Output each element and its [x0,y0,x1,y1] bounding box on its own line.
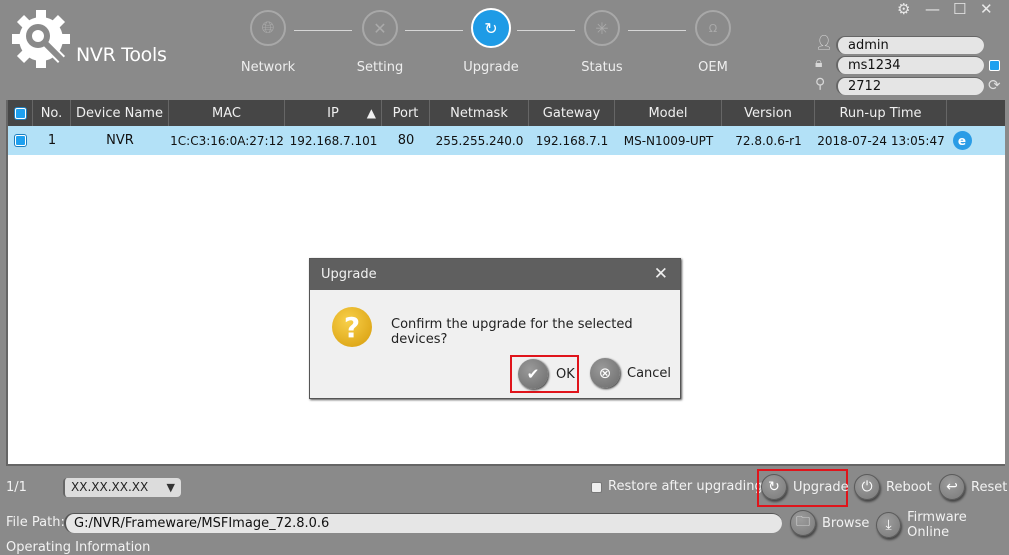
reset-button[interactable]: ↩ Reset [939,474,1007,500]
upgrade-icon: ↻ [471,8,511,48]
ok-label: OK [556,366,575,382]
open-browser-button[interactable]: e [947,126,977,155]
col-ip-label: IP [327,105,339,121]
col-port[interactable]: Port [382,100,430,126]
col-mac[interactable]: MAC [169,100,285,126]
cell-runup-time: 2018-07-24 13:05:47 [817,133,945,148]
table-header: No. Device Name MAC IP ▲ Port Netmask Ga… [8,100,1005,126]
power-icon: ⏻ [854,474,880,500]
row-checkbox[interactable] [8,126,33,155]
reset-label: Reset [971,479,1008,495]
upgrade-icon: ↻ [761,474,787,500]
cancel-label: Cancel [627,365,672,381]
cancel-x-icon: ⊗ [590,358,620,388]
password-input[interactable]: ms1234 [836,56,984,74]
cell-model: MS-N1009-UPT [623,133,714,148]
dialog-message: Confirm the upgrade for the selected dev… [391,317,633,347]
globe-icon: 🌐︎ [250,10,286,46]
username-input[interactable]: admin [836,36,984,54]
nav-step-oem[interactable]: Ω OEM [673,10,753,75]
tools-icon: ✕ [362,10,398,46]
app-title: NVR Tools [76,44,167,66]
col-model[interactable]: Model [615,100,722,126]
chevron-down-icon: ▼ [166,481,175,494]
nav-step-upgrade[interactable]: ↻ Upgrade [451,8,531,75]
minimize-button[interactable]: — [925,0,940,18]
cell-version: 72.8.0.6-r1 [735,133,802,148]
maximize-button[interactable]: ☐ [953,0,966,18]
file-path-input[interactable]: G:/NVR/Frameware/MSFImage_72.8.0.6 [64,513,782,533]
cell-mac: 1C:C3:16:0A:27:12 [170,133,284,148]
nav-step-status[interactable]: ✳ Status [562,10,642,75]
search-input[interactable]: 2712 [836,77,984,95]
reboot-label: Reboot [886,479,932,495]
download-icon: ⤓ [876,512,902,538]
dialog-titlebar: Upgrade ✕ [310,259,680,290]
settings-gear-icon[interactable]: ⚙ [897,0,910,18]
browser-icon: e [952,131,972,150]
upgrade-confirm-dialog: Upgrade ✕ ? Confirm the upgrade for the … [309,258,681,399]
nav-label: Setting [356,60,404,75]
folder-icon: 🗀 [790,510,816,536]
operating-info-label: Operating Information [6,540,151,555]
close-button[interactable]: ✕ [980,0,993,18]
app-logo-icon [10,8,72,70]
col-ip[interactable]: IP ▲ [285,100,382,126]
checkmark-icon: ✔ [518,359,548,389]
firmware-online-button[interactable]: ⤓ Firmware Online [876,510,1009,540]
dialog-close-icon[interactable]: ✕ [654,264,668,284]
browse-label: Browse [822,515,870,531]
sort-ascending-icon: ▲ [366,106,376,120]
nav-label: OEM [698,60,728,75]
status-icon: ✳ [584,10,620,46]
upgrade-label: Upgrade [793,479,849,495]
ok-button[interactable]: ✔ OK [510,355,579,393]
cell-ip: 192.168.7.101 [289,133,378,148]
question-icon: ? [332,307,372,347]
apply-all-checkbox[interactable] [989,60,1000,71]
select-all-checkbox[interactable] [8,100,33,126]
restore-label: Restore after upgrading [608,479,763,494]
dialog-title: Upgrade [321,267,377,282]
table-row[interactable]: 1 NVR 1C:C3:16:0A:27:12 192.168.7.101 80… [8,126,1005,155]
cancel-button[interactable]: ⊗ Cancel [590,358,671,388]
restore-checkbox[interactable] [591,482,602,493]
search-icon: ⚲ [815,76,826,92]
oem-icon: Ω [695,10,731,46]
user-icon: 👤︎ [815,35,833,51]
reboot-button[interactable]: ⏻ Reboot [854,474,932,500]
cell-port: 80 [397,133,415,148]
col-gateway[interactable]: Gateway [529,100,615,126]
file-path-label: File Path: [6,515,65,530]
page-indicator: 1/1 [6,480,27,495]
firmware-online-label: Firmware Online [907,510,967,540]
version-select[interactable]: XX.XX.XX.XX ▼ [63,478,181,497]
nav-step-network[interactable]: 🌐︎ Network [228,10,308,75]
cell-gateway: 192.168.7.1 [535,133,609,148]
cell-netmask: 255.255.240.0 [435,133,524,148]
col-version[interactable]: Version [722,100,815,126]
lock-icon: 🔒︎ [815,55,823,71]
nav-step-setting[interactable]: ✕ Setting [340,10,420,75]
nav-label: Network [240,60,296,75]
cell-device-name: NVR [106,133,134,148]
refresh-icon[interactable]: ⟳ [988,76,1001,94]
browse-button[interactable]: 🗀 Browse [790,510,869,536]
cell-no: 1 [47,133,57,148]
col-runup-time[interactable]: Run-up Time [815,100,947,126]
reset-icon: ↩ [939,474,965,500]
upgrade-button[interactable]: ↻ Upgrade [761,474,849,500]
col-device-name[interactable]: Device Name [71,100,169,126]
col-no[interactable]: No. [33,100,71,126]
col-netmask[interactable]: Netmask [430,100,529,126]
col-action [947,100,1005,126]
nav-label: Upgrade [463,60,519,75]
version-select-value: XX.XX.XX.XX [71,480,149,494]
nav-label: Status [581,60,623,75]
